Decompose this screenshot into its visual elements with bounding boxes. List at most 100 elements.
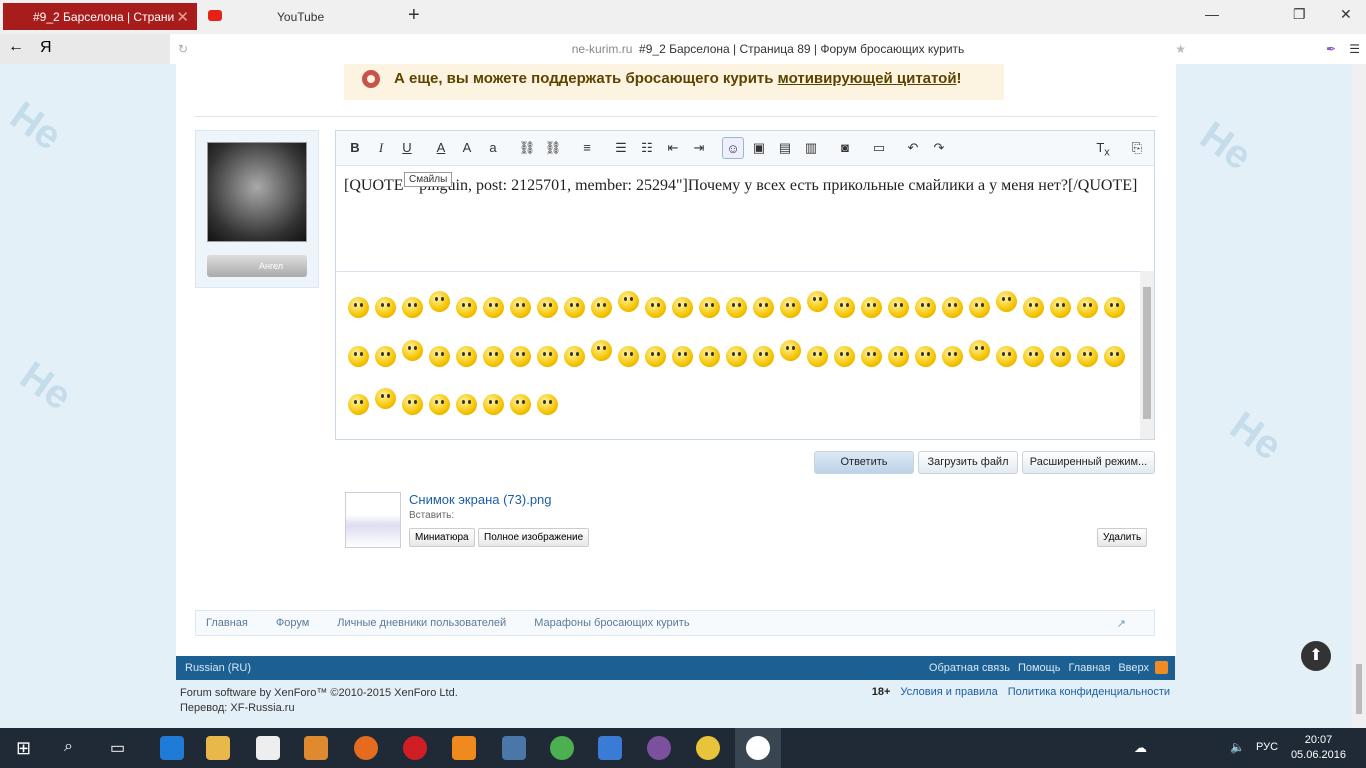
edge-icon[interactable]: [160, 736, 184, 760]
smiley-icon[interactable]: [1023, 345, 1044, 367]
smiley-icon[interactable]: [861, 297, 882, 318]
smilies-icon[interactable]: ☺: [722, 137, 744, 159]
smiley-icon[interactable]: [510, 345, 531, 367]
windows-start-icon[interactable]: ⊞: [16, 738, 31, 759]
smilies-scrollbar[interactable]: [1140, 271, 1154, 439]
odnoklassniki-icon[interactable]: [452, 736, 476, 760]
smiley-icon[interactable]: [348, 394, 369, 416]
smiley-icon[interactable]: [618, 345, 639, 367]
smiley-icon[interactable]: [699, 345, 720, 367]
toggle-bbcode-icon[interactable]: ⎘: [1126, 137, 1148, 159]
smiley-icon[interactable]: [672, 345, 693, 367]
smiley-icon[interactable]: [456, 297, 477, 318]
smiley-icon[interactable]: [429, 345, 450, 367]
smiley-icon[interactable]: [888, 345, 909, 367]
smiley-icon[interactable]: [996, 291, 1017, 312]
app-icon[interactable]: [696, 736, 720, 760]
back-icon[interactable]: ←: [8, 38, 24, 56]
insert-full-image-button[interactable]: Полное изображение: [478, 528, 590, 547]
scrollbar-thumb[interactable]: [1356, 664, 1362, 714]
italic-icon[interactable]: I: [370, 137, 392, 159]
smiley-icon[interactable]: [807, 345, 828, 367]
smiley-icon[interactable]: [375, 388, 396, 410]
opera-icon[interactable]: [403, 736, 427, 760]
footer-link-feedback[interactable]: Обратная связь: [929, 656, 1010, 680]
numbered-list-icon[interactable]: ☷: [636, 137, 658, 159]
smiley-icon[interactable]: [753, 345, 774, 367]
smiley-icon[interactable]: [645, 345, 666, 367]
close-tab-icon[interactable]: ✕: [176, 8, 189, 26]
font-size-icon[interactable]: A: [456, 137, 478, 159]
smiley-icon[interactable]: [537, 345, 558, 367]
smiley-icon[interactable]: [456, 394, 477, 416]
smiley-icon[interactable]: [753, 297, 774, 318]
redo-icon[interactable]: ↷: [928, 137, 950, 159]
smiley-icon[interactable]: [942, 345, 963, 367]
rss-icon[interactable]: [1155, 661, 1168, 674]
tab-forum[interactable]: #9_2 Барселона | Страни ✕: [3, 3, 197, 30]
smiley-icon[interactable]: [375, 345, 396, 367]
editor-text[interactable]: [QUOTE="pinguin, post: 2125701, member: …: [344, 175, 1146, 197]
smiley-icon[interactable]: [726, 297, 747, 318]
tab-youtube[interactable]: YouTube: [200, 3, 395, 30]
task-view-icon[interactable]: ▭: [110, 738, 125, 758]
unlink-icon[interactable]: ⛓: [542, 137, 564, 159]
attachment-name[interactable]: Снимок экрана (73).png: [409, 492, 552, 507]
smiley-icon[interactable]: [1104, 345, 1125, 367]
smiley-icon[interactable]: [483, 394, 504, 416]
reply-button[interactable]: Ответить: [814, 451, 914, 474]
outdent-icon[interactable]: ⇤: [662, 137, 684, 159]
insert-thumbnail-button[interactable]: Миниатюра: [409, 528, 475, 547]
volume-icon[interactable]: 🔈: [1230, 740, 1245, 754]
indent-icon[interactable]: ⇥: [688, 137, 710, 159]
smiley-icon[interactable]: [618, 291, 639, 312]
smiley-icon[interactable]: [915, 345, 936, 367]
smiley-icon[interactable]: [510, 394, 531, 416]
language-selector[interactable]: Russian (RU): [185, 662, 251, 674]
text-color-icon[interactable]: A: [430, 137, 452, 159]
smiley-icon[interactable]: [591, 339, 612, 361]
smiley-icon[interactable]: [726, 345, 747, 367]
footer-link-home[interactable]: Главная: [1068, 656, 1110, 680]
smiley-icon[interactable]: [969, 297, 990, 318]
delete-attachment-button[interactable]: Удалить: [1097, 528, 1148, 547]
align-icon[interactable]: ≡: [576, 137, 598, 159]
smiley-icon[interactable]: [672, 297, 693, 318]
scrollbar-thumb[interactable]: [1143, 287, 1151, 419]
smiley-icon[interactable]: [1104, 297, 1125, 318]
explorer-icon[interactable]: [206, 736, 230, 760]
chrome-icon[interactable]: [550, 736, 574, 760]
smiley-icon[interactable]: [537, 297, 558, 318]
close-window-button[interactable]: ✕: [1340, 6, 1352, 23]
terms-link[interactable]: Условия и правила: [900, 686, 997, 698]
quote-link[interactable]: мотивирующей цитатой: [778, 70, 957, 87]
image-icon[interactable]: ▣: [748, 137, 770, 159]
smiley-icon[interactable]: [780, 297, 801, 318]
font-family-icon[interactable]: a: [482, 137, 504, 159]
bold-icon[interactable]: B: [344, 137, 366, 159]
smiley-icon[interactable]: [429, 291, 450, 312]
smiley-icon[interactable]: [591, 297, 612, 318]
smiley-icon[interactable]: [456, 345, 477, 367]
scroll-top-button[interactable]: ⬆: [1301, 641, 1331, 671]
store-icon[interactable]: [256, 736, 280, 760]
smiley-icon[interactable]: [807, 291, 828, 312]
smiley-icon[interactable]: [861, 345, 882, 367]
footer-link-top[interactable]: Вверх: [1118, 656, 1149, 680]
smiley-icon[interactable]: [915, 297, 936, 318]
upload-file-button[interactable]: Загрузить файл: [918, 451, 1018, 474]
clock[interactable]: 20:07 05.06.2016: [1291, 733, 1346, 763]
smiley-icon[interactable]: [564, 297, 585, 318]
smiley-icon[interactable]: [348, 345, 369, 367]
smiley-icon[interactable]: [645, 297, 666, 318]
url-field[interactable]: ↻ ne-kurim.ru #9_2 Барселона | Страница …: [170, 34, 1366, 64]
smiley-icon[interactable]: [969, 339, 990, 361]
language-indicator[interactable]: РУС: [1256, 741, 1278, 753]
star-icon[interactable]: ★: [1175, 34, 1186, 64]
link-icon[interactable]: ⛓: [516, 137, 538, 159]
minimize-button[interactable]: —: [1205, 6, 1219, 22]
save-draft-icon[interactable]: ▭: [868, 137, 890, 159]
feather-icon[interactable]: ✒: [1326, 34, 1336, 64]
camera-icon[interactable]: ◙: [834, 137, 856, 159]
smiley-icon[interactable]: [537, 394, 558, 416]
